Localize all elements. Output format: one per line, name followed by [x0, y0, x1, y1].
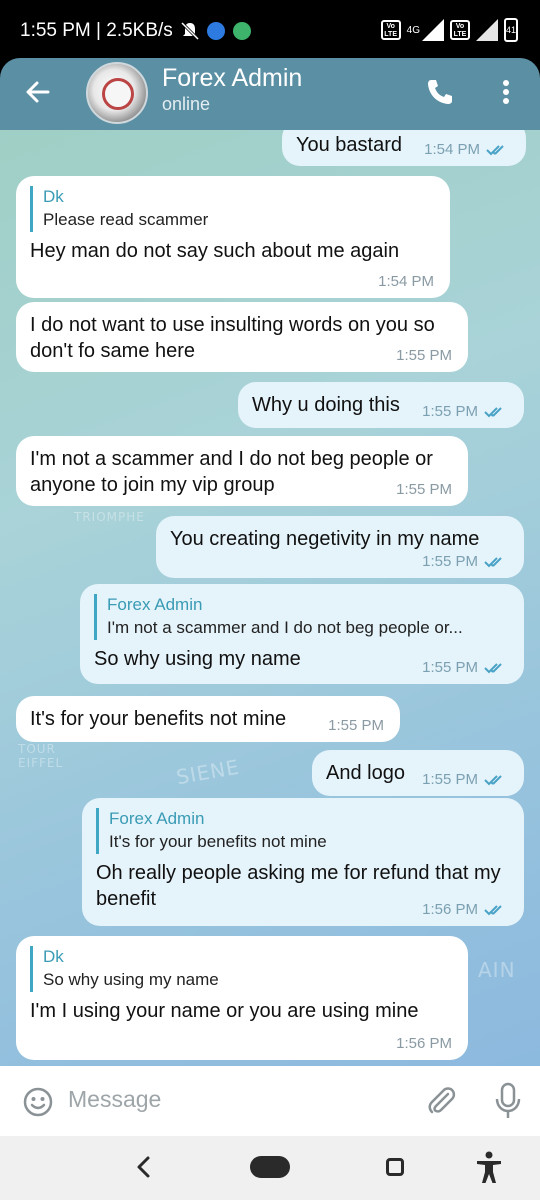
bg-word-tour-eiffel: TOUR EIFFEL — [18, 742, 64, 770]
volte-icon-2: Vo LTE — [450, 20, 470, 40]
bg-word-triomphe: TRIOMPHE — [74, 510, 145, 524]
reply-text: I'm not a scammer and I do not beg peopl… — [107, 618, 463, 637]
reply-quote[interactable]: Dk So why using my name — [30, 946, 454, 992]
message-incoming[interactable]: I do not want to use insulting words on … — [16, 302, 468, 372]
message-text: Hey man do not say such about me again — [30, 240, 400, 262]
time-label: 1:55 PM — [422, 771, 478, 788]
message-text: I do not want to use insulting words on … — [30, 314, 435, 362]
system-nav-bar — [0, 1136, 540, 1200]
message-outgoing[interactable]: You bastard 1:54 PM — [282, 130, 526, 166]
reply-text: It's for your benefits not mine — [109, 832, 327, 851]
message-outgoing[interactable]: You creating negetivity in my name 1:55 … — [156, 516, 524, 578]
message-time: 1:55 PM — [422, 771, 508, 788]
message-time: 1:54 PM — [378, 273, 434, 290]
message-outgoing[interactable]: Why u doing this 1:55 PM — [238, 382, 524, 428]
double-check-icon — [484, 556, 502, 567]
time-label: 1:55 PM — [328, 717, 384, 734]
message-time: 1:54 PM — [424, 141, 510, 158]
time-label: 1:55 PM — [396, 481, 452, 498]
reply-quote[interactable]: Forex Admin I'm not a scammer and I do n… — [94, 594, 510, 640]
battery-icon: 41 — [504, 18, 518, 42]
message-input-bar: Message — [0, 1066, 540, 1136]
double-check-icon — [486, 144, 504, 155]
message-text: I'm not a scammer and I do not beg peopl… — [30, 448, 433, 496]
network-type: 4G — [406, 24, 420, 36]
reply-quote[interactable]: Dk Please read scammer — [30, 186, 436, 232]
reply-author: Forex Admin — [107, 595, 203, 614]
message-time: 1:55 PM — [422, 659, 508, 676]
volte-icon: Vo LTE — [380, 20, 401, 40]
chat-area[interactable]: TRIOMPHE TOUR EIFFEL SIENE AIN You basta… — [0, 130, 540, 1066]
signal-icon-2 — [476, 19, 498, 41]
message-text: I'm I using your name or you are using m… — [30, 1000, 419, 1022]
message-incoming[interactable]: Dk So why using my name I'm I using your… — [16, 936, 468, 1060]
mic-icon[interactable] — [494, 1082, 522, 1120]
nav-app-icon — [206, 22, 225, 40]
back-arrow-icon[interactable] — [22, 76, 54, 108]
time-label: 1:56 PM — [422, 901, 478, 918]
reply-author: Forex Admin — [109, 809, 205, 828]
attach-icon[interactable] — [424, 1084, 458, 1118]
message-text: You creating negetivity in my name — [170, 528, 480, 550]
double-check-icon — [484, 662, 502, 673]
contact-name[interactable]: Forex Admin — [162, 64, 302, 93]
reply-text: So why using my name — [43, 970, 219, 989]
reply-author: Dk — [43, 947, 64, 966]
double-check-icon — [484, 774, 502, 785]
gauge-logo-icon — [102, 78, 134, 110]
message-input[interactable]: Message — [68, 1086, 161, 1113]
status-time: 1:55 PM | 2.5KB/s — [20, 20, 173, 41]
status-left: 1:55 PM | 2.5KB/s — [20, 20, 251, 42]
time-label: 1:55 PM — [422, 659, 478, 676]
double-check-icon — [484, 406, 502, 417]
message-incoming[interactable]: It's for your benefits not mine 1:55 PM — [16, 696, 400, 742]
message-time: 1:55 PM — [396, 481, 452, 498]
signal-icon — [422, 19, 444, 41]
time-label: 1:54 PM — [424, 141, 480, 158]
message-incoming[interactable]: I'm not a scammer and I do not beg peopl… — [16, 436, 468, 506]
phone-icon[interactable] — [424, 76, 456, 108]
more-vert-icon[interactable] — [496, 76, 516, 108]
message-time: 1:55 PM — [396, 347, 452, 364]
message-incoming[interactable]: Dk Please read scammer Hey man do not sa… — [16, 176, 450, 298]
message-time: 1:55 PM — [422, 553, 508, 570]
double-check-icon — [484, 904, 502, 915]
reply-author: Dk — [43, 187, 64, 206]
status-right: Vo LTE 4G Vo LTE 41 — [380, 18, 518, 42]
battery-level: 41 — [506, 25, 517, 35]
mute-bell-icon — [180, 21, 199, 41]
bg-word-ain: AIN — [478, 958, 516, 982]
emoji-icon[interactable] — [22, 1086, 54, 1118]
contact-avatar[interactable] — [86, 62, 148, 124]
message-outgoing[interactable]: Forex Admin It's for your benefits not m… — [82, 798, 524, 926]
accessibility-icon[interactable] — [474, 1150, 504, 1184]
message-time: 1:56 PM — [396, 1035, 452, 1052]
reply-text: Please read scammer — [43, 210, 209, 229]
nav-recents-button[interactable] — [386, 1158, 404, 1176]
time-label: 1:55 PM — [396, 347, 452, 364]
message-time: 1:55 PM — [328, 717, 384, 734]
bg-word-siene: SIENE — [174, 754, 242, 790]
time-label: 1:54 PM — [378, 273, 434, 290]
status-bar: 1:55 PM | 2.5KB/s Vo LTE 4G Vo LTE 41 — [0, 0, 540, 62]
message-time: 1:55 PM — [422, 403, 508, 420]
message-outgoing[interactable]: And logo 1:55 PM — [312, 750, 524, 796]
message-outgoing[interactable]: Forex Admin I'm not a scammer and I do n… — [80, 584, 524, 684]
time-label: 1:55 PM — [422, 553, 478, 570]
time-label: 1:55 PM — [422, 403, 478, 420]
nav-home-button[interactable] — [250, 1156, 290, 1178]
app-notification-icon — [232, 22, 251, 40]
chat-header: Forex Admin online — [0, 58, 540, 130]
message-time: 1:56 PM — [422, 901, 508, 918]
nav-back-icon[interactable] — [134, 1154, 154, 1180]
time-label: 1:56 PM — [396, 1035, 452, 1052]
reply-quote[interactable]: Forex Admin It's for your benefits not m… — [96, 808, 510, 854]
contact-status: online — [162, 94, 211, 114]
